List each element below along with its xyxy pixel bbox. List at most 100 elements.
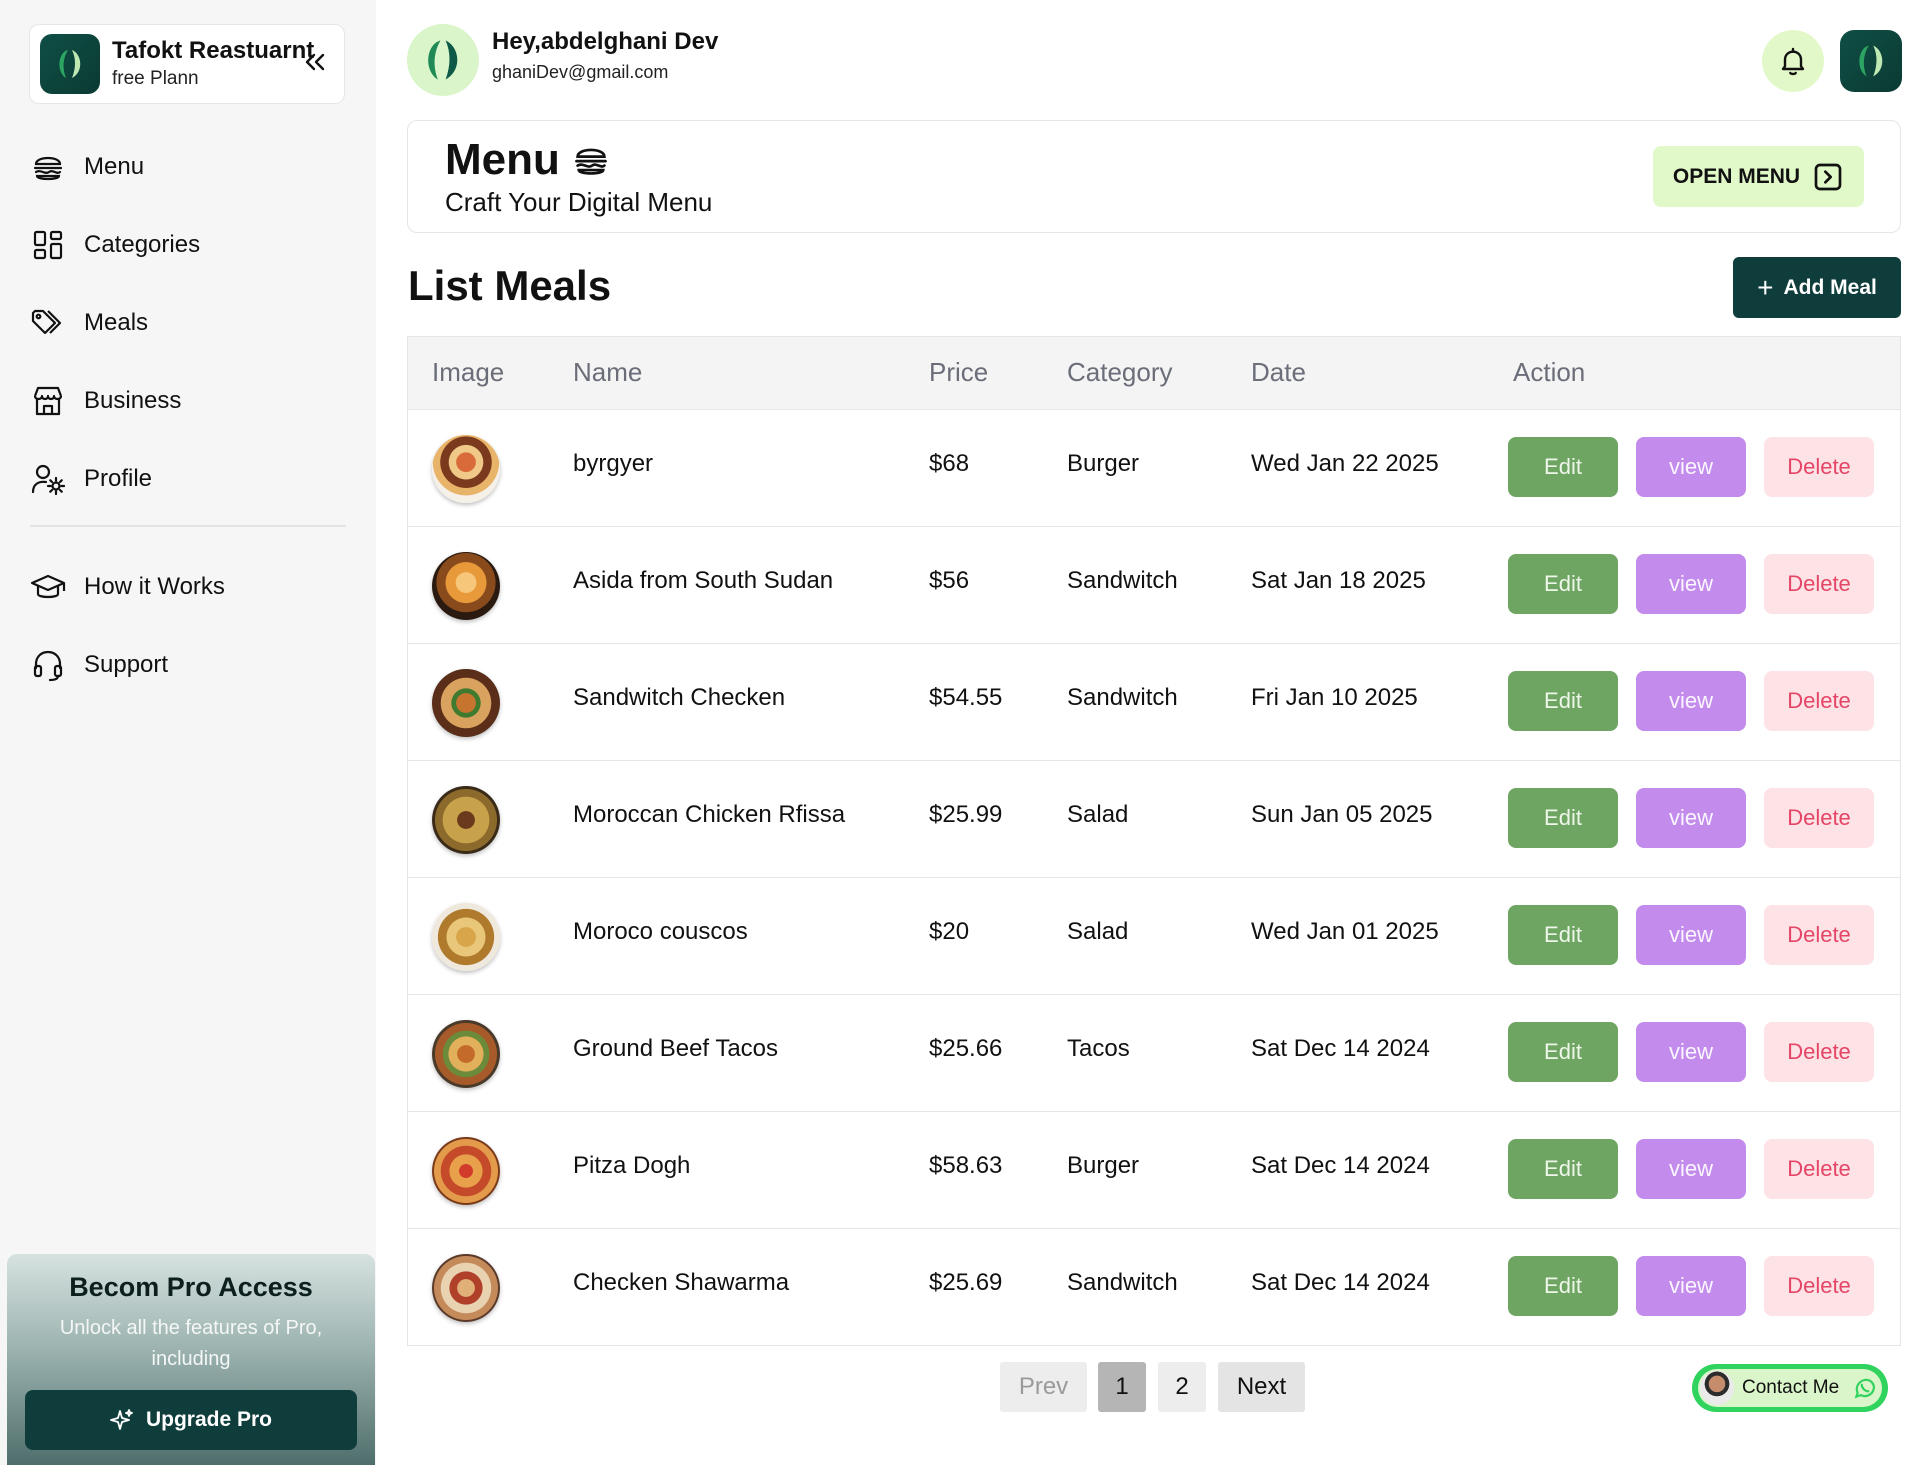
edit-button[interactable]: Edit	[1508, 671, 1618, 731]
sidebar-item-profile[interactable]: Profile	[30, 440, 346, 518]
meal-image	[432, 552, 500, 620]
meal-price: $54.55	[929, 684, 1003, 711]
meal-date: Sat Dec 14 2024	[1251, 1035, 1430, 1062]
meal-category: Sandwitch	[1067, 1269, 1178, 1296]
add-meal-button[interactable]: + Add Meal	[1733, 257, 1901, 318]
sparkles-icon	[110, 1409, 133, 1430]
brand-card: Tafokt Reastuarnt free Plann	[29, 24, 345, 104]
notifications-button[interactable]	[1762, 30, 1824, 92]
sidebar-item-label: Meals	[84, 309, 149, 336]
meal-price: $25.99	[929, 801, 1003, 828]
sidebar-item-meals[interactable]: Meals	[30, 284, 346, 362]
delete-button[interactable]: Delete	[1764, 554, 1874, 614]
upgrade-pro-button[interactable]: Upgrade Pro	[25, 1390, 357, 1450]
user-avatar	[407, 24, 479, 96]
pagination-next-button[interactable]: Next	[1218, 1362, 1305, 1412]
meal-name: Sandwitch Checken	[573, 684, 786, 711]
view-button[interactable]: view	[1636, 1022, 1746, 1082]
plus-icon: +	[1757, 271, 1774, 303]
meal-date: Sat Dec 14 2024	[1251, 1269, 1430, 1296]
edit-button[interactable]: Edit	[1508, 1022, 1618, 1082]
brand-name: Tafokt Reastuarnt	[112, 37, 315, 64]
table-row: Ground Beef Tacos $25.66 Tacos Sat Dec 14 2…	[408, 995, 1900, 1112]
edit-button[interactable]: Edit	[1508, 1139, 1618, 1199]
view-button[interactable]: view	[1636, 788, 1746, 848]
meal-image	[432, 1020, 500, 1088]
view-button[interactable]: view	[1636, 671, 1746, 731]
bell-icon	[1781, 47, 1805, 76]
column-header-name: Name	[573, 357, 643, 387]
delete-button[interactable]: Delete	[1764, 1139, 1874, 1199]
collapse-sidebar-button[interactable]	[300, 47, 330, 77]
edit-button[interactable]: Edit	[1508, 788, 1618, 848]
page-subtitle: Craft Your Digital Menu	[445, 187, 713, 217]
view-button[interactable]: view	[1636, 1139, 1746, 1199]
meal-image	[432, 1254, 500, 1322]
pagination-prev-button[interactable]: Prev	[1000, 1362, 1087, 1412]
meal-name: Asida from South Sudan	[573, 567, 834, 594]
view-button[interactable]: view	[1636, 1256, 1746, 1316]
table-row: Moroccan Chicken Rfissa $25.99 Salad Sun Ja…	[408, 761, 1900, 878]
sidebar-item-label: Support	[84, 651, 169, 678]
meal-category: Sandwitch	[1067, 567, 1178, 594]
user-greeting: Hey,abdelghani Dev	[492, 28, 719, 55]
sidebar-secondary-nav: How it Works Support	[30, 548, 346, 704]
pagination-page-2[interactable]: 2	[1158, 1362, 1206, 1412]
tags-icon	[30, 305, 66, 341]
open-menu-button[interactable]: OPEN MENU	[1653, 146, 1864, 207]
sidebar-item-categories[interactable]: Categories	[30, 206, 346, 284]
sidebar-item-support[interactable]: Support	[30, 626, 346, 704]
delete-button[interactable]: Delete	[1764, 1022, 1874, 1082]
brand-plan: free Plann	[112, 68, 199, 89]
table-header: Image Name Price Category Date Action	[408, 337, 1900, 410]
meal-price: $58.63	[929, 1152, 1003, 1179]
sidebar-item-label: How it Works	[84, 573, 225, 600]
meal-image	[432, 786, 500, 854]
sidebar-item-label: Menu	[84, 153, 145, 180]
sidebar-item-how-it-works[interactable]: How it Works	[30, 548, 346, 626]
contact-avatar	[1700, 1371, 1734, 1405]
meal-price: $25.66	[929, 1035, 1003, 1062]
sidebar-item-menu[interactable]: Menu	[30, 128, 346, 206]
meal-name: Moroco couscos	[573, 918, 748, 945]
burger-icon	[30, 149, 66, 185]
page-title-text: Menu	[445, 135, 560, 184]
delete-button[interactable]: Delete	[1764, 905, 1874, 965]
view-button[interactable]: view	[1636, 905, 1746, 965]
page-title: Menu	[445, 135, 610, 185]
table-body: byrgyer $68 Burger Wed Jan 22 2025 Edit view D…	[408, 410, 1900, 1346]
column-header-price: Price	[929, 357, 989, 387]
pagination-page-1[interactable]: 1	[1098, 1362, 1146, 1412]
view-button[interactable]: view	[1636, 437, 1746, 497]
store-icon	[30, 383, 66, 419]
delete-button[interactable]: Delete	[1764, 437, 1874, 497]
meal-name: Ground Beef Tacos	[573, 1035, 779, 1062]
table-row: Moroco couscos $20 Salad Wed Jan 01 2025 Edi…	[408, 878, 1900, 995]
meal-category: Tacos	[1067, 1035, 1130, 1062]
meal-image	[432, 903, 500, 971]
user-gear-icon	[30, 461, 66, 497]
meal-category: Salad	[1067, 918, 1129, 945]
edit-button[interactable]: Edit	[1508, 905, 1618, 965]
meal-price: $25.69	[929, 1269, 1003, 1296]
meal-image	[432, 435, 500, 503]
account-avatar[interactable]	[1840, 30, 1902, 92]
meal-date: Sat Jan 18 2025	[1251, 567, 1426, 594]
view-button[interactable]: view	[1636, 554, 1746, 614]
delete-button[interactable]: Delete	[1764, 671, 1874, 731]
meal-date: Wed Jan 22 2025	[1251, 450, 1439, 477]
sidebar-divider	[30, 525, 346, 527]
edit-button[interactable]: Edit	[1508, 1256, 1618, 1316]
menu-hero-card: Menu Craft Your Digital Menu OPEN MENU	[407, 120, 1901, 233]
column-header-date: Date	[1251, 357, 1306, 387]
delete-button[interactable]: Delete	[1764, 788, 1874, 848]
table-row: Checken Shawarma $25.69 Sandwitch Sat Dec 1…	[408, 1229, 1900, 1346]
contact-me-button[interactable]: Contact Me	[1692, 1364, 1888, 1412]
edit-button[interactable]: Edit	[1508, 554, 1618, 614]
external-arrow-icon	[1814, 163, 1842, 190]
edit-button[interactable]: Edit	[1508, 437, 1618, 497]
meals-table: Image Name Price Category Date Action by…	[407, 336, 1901, 1346]
column-header-category: Category	[1067, 357, 1173, 387]
delete-button[interactable]: Delete	[1764, 1256, 1874, 1316]
sidebar-item-business[interactable]: Business	[30, 362, 346, 440]
